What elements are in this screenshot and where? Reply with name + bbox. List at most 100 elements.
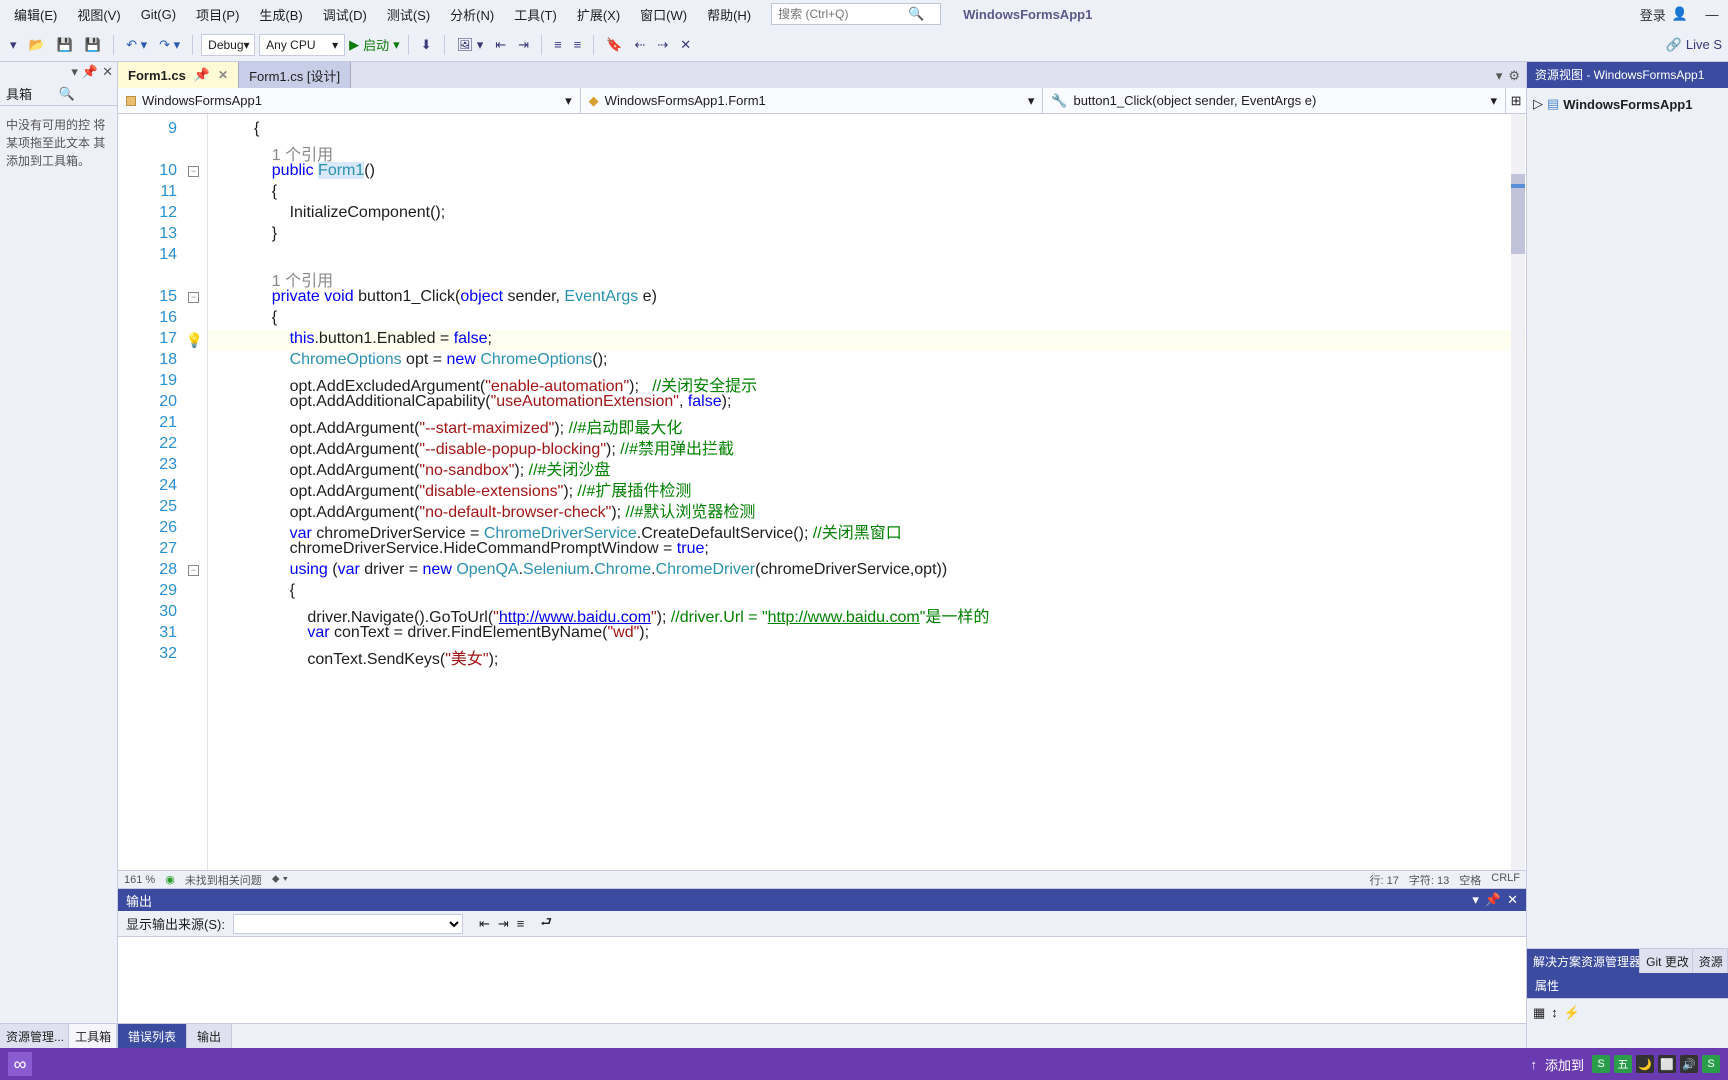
bookmark-icon[interactable]: 🔖 [602,33,626,57]
split-icon[interactable]: ⊞ [1506,88,1526,113]
wrap-icon[interactable]: ⮐ [540,913,552,935]
pin-icon[interactable]: 📌 [194,67,210,83]
search-box[interactable]: 🔍 [771,3,941,25]
menu-view[interactable]: 视图(V) [69,1,128,28]
tab-output[interactable]: 输出 [187,1024,232,1048]
save-all-icon[interactable]: 💾 [81,33,105,57]
code-body[interactable]: { 1 个引用 public Form1() { InitializeCompo… [208,114,1526,870]
open-icon[interactable]: 📂 [25,33,49,57]
menu-build[interactable]: 生成(B) [251,1,310,28]
tab-toolbox[interactable]: 工具箱 [69,1024,117,1048]
add-to-label[interactable]: 添加到 [1545,1055,1584,1074]
menu-project[interactable]: 项目(P) [188,1,247,28]
output-source-label: 显示输出来源(S): [126,914,225,933]
tab-resource[interactable]: 资源 [1693,949,1728,973]
menu-debug[interactable]: 调试(D) [315,1,375,28]
platform-combo[interactable]: Any CPU ▾ [259,34,345,56]
fold-icon[interactable]: − [188,292,199,303]
tray-icon[interactable]: 🔊 [1680,1055,1698,1073]
lightbulb-icon[interactable]: 💡 [186,332,203,349]
tray-icon[interactable]: 🌙 [1636,1055,1654,1073]
dropdown-icon[interactable]: ▾ [1472,892,1479,908]
prev-bookmark-icon[interactable]: ⇠ [630,33,649,57]
nav-class-combo[interactable]: ◆WindowsFormsApp1.Form1▾ [581,88,1044,113]
redo-icon[interactable]: ↷ ▾ [155,33,184,57]
solution-name: WindowsFormsApp1 [963,7,1092,22]
menu-git[interactable]: Git(G) [133,3,184,26]
menu-test[interactable]: 测试(S) [379,1,438,28]
clear-icon[interactable]: ≡ [517,916,525,931]
tray-icon[interactable]: S [1592,1055,1610,1073]
menu-tools[interactable]: 工具(T) [506,1,565,28]
search-icon[interactable]: 🔍 [59,86,112,102]
search-icon: 🔍 [908,6,924,22]
fold-icon[interactable]: − [188,565,199,576]
uncomment-icon[interactable]: ≡ [570,33,586,57]
issues-status[interactable]: 未找到相关问题 [185,872,262,888]
chevron-right-icon[interactable]: ▷ [1533,96,1543,112]
menu-edit[interactable]: 编辑(E) [6,1,65,28]
tab-solution-explorer[interactable]: 解决方案资源管理器 [1527,949,1640,973]
code-editor[interactable]: 9 10− 11 12 13 14 15− 16 17💡 18 19 20 21… [118,114,1526,870]
tab-form1-design[interactable]: Form1.cs [设计] [239,62,351,88]
tab-form1-cs[interactable]: Form1.cs📌✕ [118,62,239,88]
close-icon[interactable]: ✕ [102,64,113,80]
output-source-combo[interactable] [233,914,463,934]
goto-prev-icon[interactable]: ⇤ [479,916,490,932]
close-icon[interactable]: ✕ [218,68,228,82]
config-combo[interactable]: Debug ▾ [201,34,255,56]
categorized-icon[interactable]: ▦ [1533,1005,1545,1042]
vertical-scrollbar[interactable] [1511,114,1525,870]
tray-icon[interactable]: ⬜ [1658,1055,1676,1073]
nav-member-combo[interactable]: 🔧button1_Click(object sender, EventArgs … [1043,88,1506,113]
method-icon: 🔧 [1051,93,1067,109]
undo-icon[interactable]: ↶ ▾ [122,33,151,57]
alphabetical-icon[interactable]: ↕ [1551,1005,1558,1042]
menu-ext[interactable]: 扩展(X) [569,1,628,28]
tab-git-changes[interactable]: Git 更改 [1640,949,1693,973]
indent-right-icon[interactable]: ⇥ [514,33,533,57]
up-arrow-icon[interactable]: ↑ [1530,1057,1537,1072]
fold-icon[interactable]: − [188,166,199,177]
nav-dropdown-icon[interactable]: ⬥ ▾ [272,873,288,886]
menu-window[interactable]: 窗口(W) [632,1,695,28]
step-icon[interactable]: ⬇ [417,33,436,57]
comment-icon[interactable]: ≡ [550,33,566,57]
zoom-level[interactable]: 161 % [124,874,155,886]
clear-bookmark-icon[interactable]: ✕ [676,33,695,57]
editor-area: Form1.cs📌✕ Form1.cs [设计] ▾⚙ WindowsForms… [118,62,1526,1048]
pin-icon[interactable]: 📌 [82,64,98,80]
space-indicator[interactable]: 空格 [1459,872,1481,888]
save-icon[interactable]: 💾 [53,33,77,57]
goto-next-icon[interactable]: ⇥ [498,916,509,932]
indent-left-icon[interactable]: ⇤ [491,33,510,57]
close-icon[interactable]: ✕ [1507,892,1518,908]
resource-tree[interactable]: ▷ ▤ WindowsFormsApp1 [1527,88,1728,948]
crlf-indicator[interactable]: CRLF [1491,872,1520,888]
output-body[interactable] [118,937,1526,1023]
vs-logo-icon[interactable]: ∞ [8,1052,32,1076]
tray-icon[interactable]: 五 [1614,1055,1632,1073]
tab-error-list[interactable]: 错误列表 [118,1024,187,1048]
col-indicator: 字符: 13 [1409,872,1449,888]
gear-icon[interactable]: ⚙ [1508,68,1520,84]
tray-icon[interactable]: S [1702,1055,1720,1073]
pin-icon[interactable]: 📌 [1485,892,1501,908]
dropdown-icon[interactable]: ▾ [71,64,78,80]
events-icon[interactable]: ⚡ [1564,1005,1580,1042]
login-button[interactable]: 登录👤 [1640,5,1688,24]
line-gutter: 9 10− 11 12 13 14 15− 16 17💡 18 19 20 21… [118,114,208,870]
nav-project-combo[interactable]: WindowsFormsApp1▾ [118,88,581,113]
tab-resource-manager[interactable]: 资源管理... [0,1024,69,1048]
menu-help[interactable]: 帮助(H) [699,1,759,28]
dropdown-icon[interactable]: ▾ [1496,68,1503,84]
start-button[interactable]: ▶ 启动 ▾ [349,35,400,54]
tree-item[interactable]: ▷ ▤ WindowsFormsApp1 [1533,94,1722,114]
minimize-icon[interactable]: — [1702,4,1722,24]
search-input[interactable] [778,7,908,21]
new-icon[interactable]: ▾ [6,33,21,57]
menu-analyze[interactable]: 分析(N) [442,1,502,28]
img-icon[interactable]: 🖼 ▾ [453,33,488,57]
live-share-button[interactable]: 🔗Live S [1666,37,1722,53]
next-bookmark-icon[interactable]: ⇢ [653,33,672,57]
